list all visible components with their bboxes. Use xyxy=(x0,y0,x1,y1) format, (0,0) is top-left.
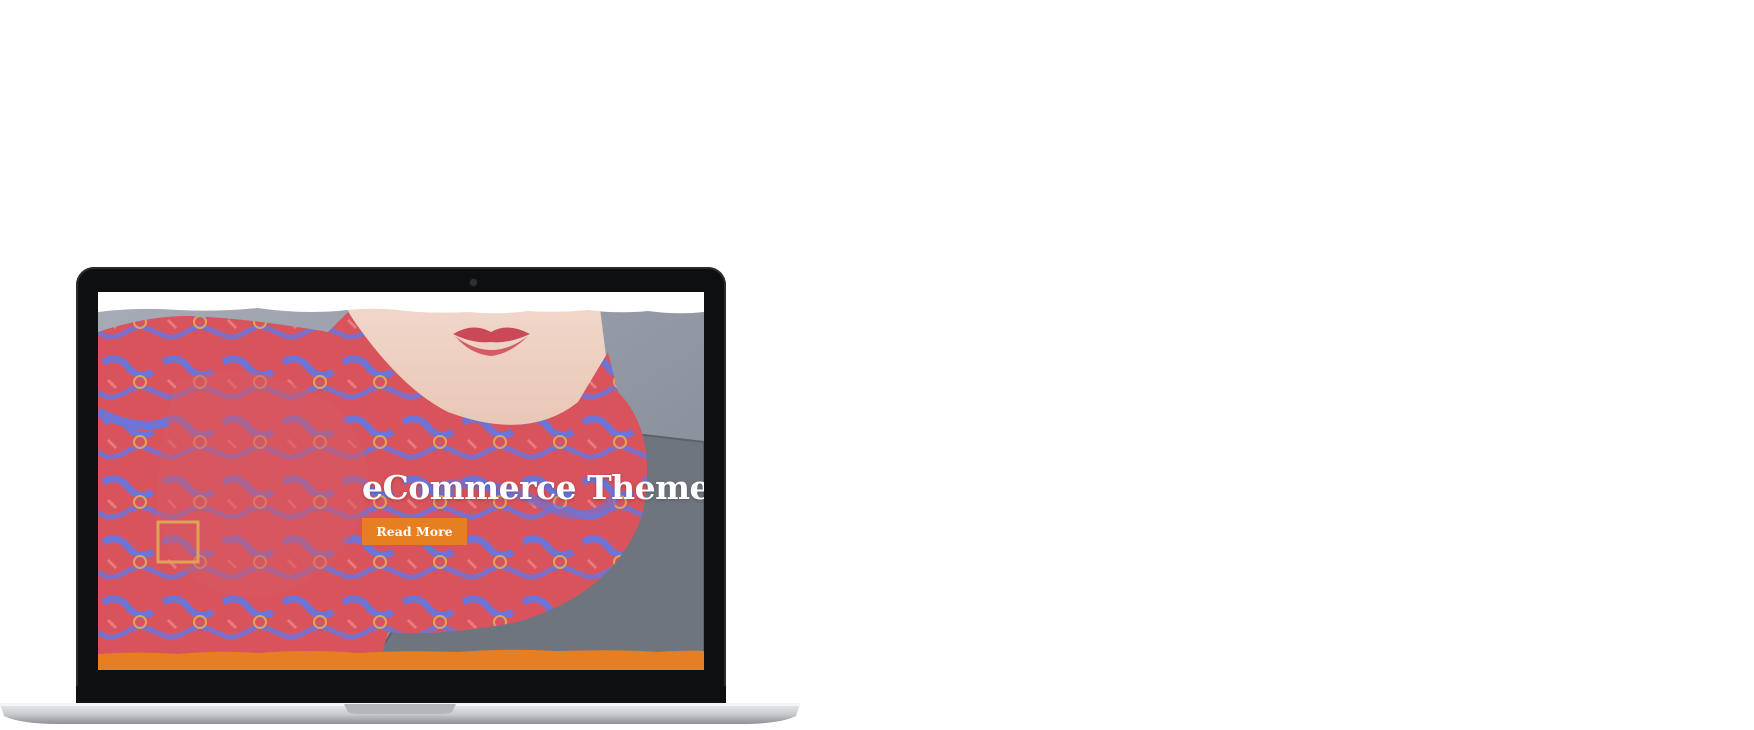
webcam-icon xyxy=(470,279,477,286)
read-more-button[interactable]: Read More xyxy=(362,518,467,545)
laptop-screen: eCommerce Theme Read More xyxy=(98,292,704,670)
hero-title: eCommerce Theme xyxy=(362,468,704,507)
laptop-base xyxy=(0,703,800,724)
laptop-lid: eCommerce Theme Read More xyxy=(76,267,726,705)
laptop-mockup: eCommerce Theme Read More xyxy=(0,0,800,730)
